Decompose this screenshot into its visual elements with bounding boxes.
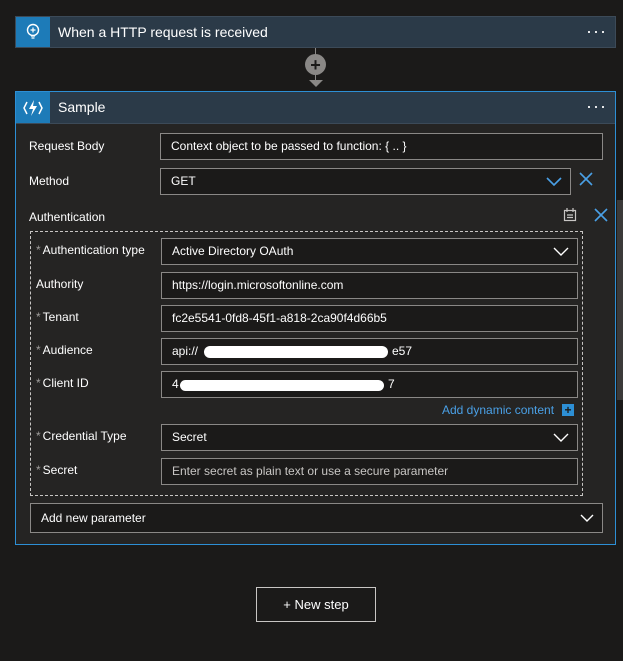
authentication-group: * Authentication type Active Directory OA… xyxy=(30,231,583,496)
http-request-icon xyxy=(16,17,50,47)
tenant-label: * Tenant xyxy=(36,310,79,324)
client-id-input[interactable]: 4 7 xyxy=(161,371,578,398)
add-new-parameter-label: Add new parameter xyxy=(41,511,146,525)
secret-label: * Secret xyxy=(36,463,78,477)
authority-label: Authority xyxy=(36,277,84,291)
audience-input[interactable]: api:// e57 xyxy=(161,338,578,365)
chevron-down-icon xyxy=(553,247,569,256)
redaction-mark xyxy=(204,346,388,358)
authentication-type-value: Active Directory OAuth xyxy=(172,244,294,258)
credential-type-select[interactable]: Secret xyxy=(161,424,578,451)
method-value: GET xyxy=(171,174,196,188)
credential-type-label: * Credential Type xyxy=(36,429,127,443)
chevron-down-icon xyxy=(553,433,569,442)
authentication-label: Authentication xyxy=(29,210,106,224)
client-id-value-start: 4 xyxy=(172,377,179,391)
method-select[interactable]: GET xyxy=(160,168,571,195)
add-dynamic-content-icon[interactable]: + xyxy=(562,404,574,416)
remove-method-icon[interactable] xyxy=(579,172,593,186)
insert-step-button[interactable]: + xyxy=(305,54,326,75)
remove-authentication-icon[interactable] xyxy=(594,208,608,222)
arrow-down-icon xyxy=(309,80,323,87)
chevron-down-icon xyxy=(580,514,594,522)
method-label: Method xyxy=(29,174,70,188)
trigger-title: When a HTTP request is received xyxy=(58,24,268,40)
authority-input[interactable]: https://login.microsoftonline.com xyxy=(161,272,578,299)
scrollbar[interactable] xyxy=(617,200,623,400)
add-new-parameter-select[interactable]: Add new parameter xyxy=(30,503,603,533)
sample-action-card: Sample ··· Request Body Context object t… xyxy=(15,91,616,545)
add-dynamic-content-link[interactable]: Add dynamic content xyxy=(442,403,554,417)
action-title: Sample xyxy=(58,99,106,115)
authentication-type-select[interactable]: Active Directory OAuth xyxy=(161,238,578,265)
audience-value-start: api:// xyxy=(172,344,199,358)
trigger-menu-button[interactable]: ··· xyxy=(586,17,607,45)
client-id-label: * Client ID xyxy=(36,376,89,390)
request-body-label: Request Body xyxy=(29,139,105,153)
parameters-icon[interactable] xyxy=(563,207,577,222)
azure-function-icon xyxy=(16,92,50,123)
action-header[interactable]: Sample ··· xyxy=(16,92,615,124)
action-menu-button[interactable]: ··· xyxy=(586,92,607,120)
audience-label: * Audience xyxy=(36,343,93,357)
credential-type-value: Secret xyxy=(172,430,207,444)
request-body-input[interactable]: Context object to be passed to function:… xyxy=(160,133,603,160)
chevron-down-icon xyxy=(546,177,562,187)
redaction-mark xyxy=(180,380,384,391)
audience-value-end: e57 xyxy=(392,344,413,358)
new-step-button[interactable]: + New step xyxy=(256,587,376,622)
secret-input[interactable]: Enter secret as plain text or use a secu… xyxy=(161,458,578,485)
tenant-input[interactable]: fc2e5541-0fd8-45f1-a818-2ca90f4d66b5 xyxy=(161,305,578,332)
plus-icon: + xyxy=(310,54,321,75)
http-trigger-card[interactable]: When a HTTP request is received ··· xyxy=(15,16,616,48)
client-id-value-end: 7 xyxy=(388,377,395,391)
authentication-type-label: * Authentication type xyxy=(36,243,145,257)
